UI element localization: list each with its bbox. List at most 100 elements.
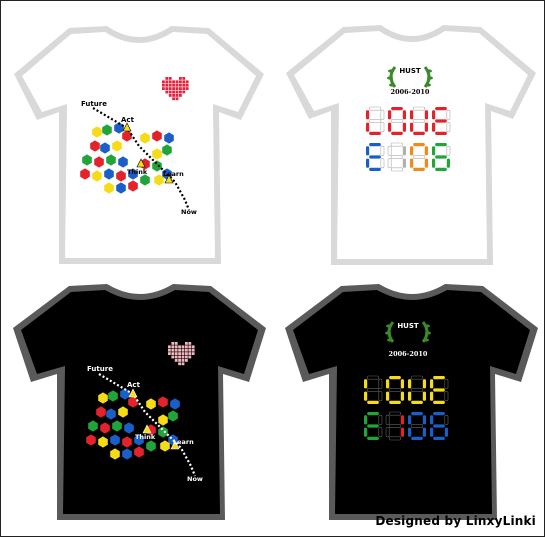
heart-pixel xyxy=(179,80,182,84)
heart-pixel xyxy=(171,342,175,345)
heart-pixel xyxy=(179,83,182,87)
heart-pixel xyxy=(182,90,186,94)
heart-pixel xyxy=(168,83,172,87)
segment xyxy=(413,143,425,147)
heart-pixel xyxy=(168,80,172,84)
segment xyxy=(411,412,423,416)
heart-pixel xyxy=(181,359,185,362)
heart-pixel xyxy=(182,80,186,84)
heart-pixel xyxy=(188,348,192,352)
seal-school: HUST xyxy=(399,67,421,75)
label-think: Think xyxy=(127,168,148,176)
heart-pixel xyxy=(165,80,169,84)
heart-pixel xyxy=(185,83,189,87)
heart-pixel xyxy=(165,90,169,94)
segment xyxy=(400,391,404,401)
heart-pixel xyxy=(171,348,175,352)
segment xyxy=(433,424,445,428)
segment xyxy=(391,131,403,135)
heart-pixel xyxy=(168,348,171,352)
segment xyxy=(388,122,392,132)
heart-pixel xyxy=(162,83,165,87)
label-future: Future xyxy=(87,365,113,373)
segment xyxy=(402,146,406,156)
heart-pixel xyxy=(175,87,179,90)
segment xyxy=(400,415,404,425)
heart-pixel xyxy=(181,345,185,349)
heart-pixel xyxy=(179,94,182,97)
segment xyxy=(369,155,381,159)
white-love-shirt: HUST 2006-2010 xyxy=(283,23,541,271)
segment xyxy=(400,427,404,437)
segment xyxy=(411,400,423,404)
heart-pixel xyxy=(175,83,179,87)
heart-pixel xyxy=(178,348,181,352)
heart-pixel xyxy=(182,87,186,90)
segment xyxy=(413,131,425,135)
black-game-shirt: Future Act Think Learn Now xyxy=(11,284,269,522)
segment xyxy=(408,391,412,401)
heart-pixel xyxy=(168,77,172,80)
segment xyxy=(402,110,406,120)
segment xyxy=(433,412,445,416)
heart-pixel xyxy=(178,355,181,359)
segment xyxy=(430,391,434,401)
label-act: Act xyxy=(121,116,135,124)
heart-pixel xyxy=(171,345,175,349)
heart-pixel xyxy=(175,94,179,97)
segment xyxy=(408,427,412,437)
heart-pixel xyxy=(185,355,188,359)
heart-pixel xyxy=(168,352,171,355)
heart-pixel xyxy=(178,352,181,355)
segment xyxy=(435,143,447,147)
heart-pixel xyxy=(178,359,181,362)
heart-pixel xyxy=(174,359,178,362)
heart-pixel xyxy=(172,87,175,90)
segment xyxy=(369,167,381,171)
segment xyxy=(400,379,404,389)
heart-pixel xyxy=(185,348,188,352)
segment xyxy=(408,379,412,389)
segment xyxy=(435,155,447,159)
segment xyxy=(364,391,368,401)
heart-pixel xyxy=(172,94,175,97)
heart-pixel xyxy=(171,352,175,355)
segment xyxy=(389,376,401,380)
heart-pixel xyxy=(185,345,188,349)
segment xyxy=(413,167,425,171)
segment xyxy=(433,388,445,392)
segment xyxy=(410,146,414,156)
segment xyxy=(366,122,370,132)
segment xyxy=(408,415,412,425)
label-learn: Learn xyxy=(173,438,194,446)
heart-pixel xyxy=(175,90,179,94)
segment xyxy=(446,158,450,168)
heart-pixel xyxy=(168,94,172,97)
heart-pixel xyxy=(174,352,178,355)
segment xyxy=(435,119,447,123)
segment xyxy=(369,131,381,135)
heart-pixel xyxy=(185,87,189,90)
segment xyxy=(435,131,447,135)
segment xyxy=(364,379,368,389)
heart-pixel xyxy=(162,87,165,90)
heart-pixel xyxy=(178,362,181,366)
segment xyxy=(411,436,423,440)
segment xyxy=(432,110,436,120)
shirt-body xyxy=(294,31,528,259)
segment xyxy=(388,110,392,120)
segment xyxy=(422,379,426,389)
segment xyxy=(435,167,447,171)
heart-pixel xyxy=(174,345,178,349)
seal-years: 2006-2010 xyxy=(391,88,430,96)
label-act: Act xyxy=(127,381,141,389)
segment xyxy=(433,436,445,440)
segment xyxy=(367,400,379,404)
segment xyxy=(430,427,434,437)
label-think: Think xyxy=(135,433,156,441)
heart-pixel xyxy=(168,87,172,90)
segment xyxy=(410,158,414,168)
segment xyxy=(433,376,445,380)
heart-pixel xyxy=(181,355,185,359)
seal-years: 2006-2010 xyxy=(389,350,428,358)
